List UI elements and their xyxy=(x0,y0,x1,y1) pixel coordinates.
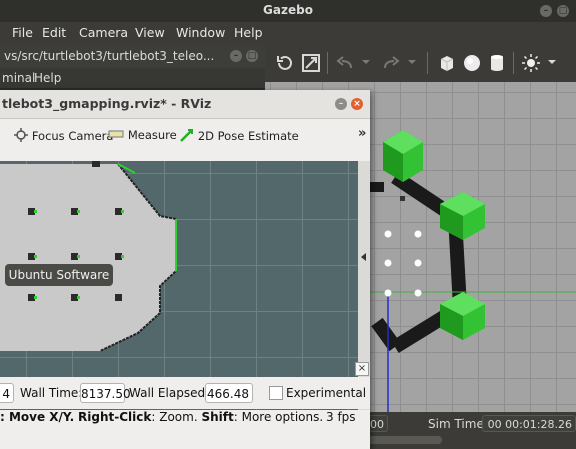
rviz-close-button[interactable]: × xyxy=(351,98,363,110)
crosshair-icon xyxy=(14,128,28,142)
terminal-title: vs/src/turtlebot3/turtlebot3_teleo... xyxy=(4,49,215,63)
sim-time-field: 00 00:01:28.26 xyxy=(482,415,576,432)
toolbar-separator xyxy=(427,52,428,74)
green-pillar[interactable] xyxy=(383,130,423,182)
undo-dropdown-icon[interactable] xyxy=(361,57,371,67)
toolbar-separator xyxy=(513,52,514,74)
rviz-window-title: tlebot3_gmapping.rviz* - RViz xyxy=(2,96,212,111)
status-zoom: : Zoom. xyxy=(151,410,198,424)
sim-time-label: Sim Time: xyxy=(428,417,488,431)
green-pillar[interactable] xyxy=(440,292,485,340)
maximize-button[interactable]: □ xyxy=(557,5,569,17)
green-pillar[interactable] xyxy=(440,192,485,240)
light-dropdown-icon[interactable] xyxy=(547,57,557,67)
wall-elapsed-label: Wall Elapsed: xyxy=(129,386,210,400)
menu-view[interactable]: View xyxy=(135,25,165,40)
measure-label: Measure xyxy=(127,128,177,142)
wall-time-field: 8137.50 xyxy=(80,383,131,403)
box-shape-icon[interactable] xyxy=(437,53,457,73)
pose-estimate-label: 2D Pose Estimate xyxy=(197,129,299,143)
terminal-maximize-button[interactable]: □ xyxy=(246,50,258,62)
status-hint-prefix: : Move X/Y. xyxy=(0,410,75,424)
status-shift: Shift xyxy=(201,410,234,424)
experimental-label: Experimental xyxy=(286,386,367,400)
gazebo-window-title: Gazebo xyxy=(263,3,313,17)
menu-help[interactable]: Help xyxy=(234,25,263,40)
rviz-minimize-button[interactable]: – xyxy=(335,98,347,110)
cylinder-shape-icon[interactable] xyxy=(487,53,507,73)
gazebo-menubar: File Edit Camera View Window Help xyxy=(0,22,576,44)
menu-edit[interactable]: Edit xyxy=(42,25,66,40)
collapse-arrow-icon[interactable] xyxy=(361,253,367,261)
fps-counter: 3 fps xyxy=(326,410,356,424)
terminal-menu-terminal[interactable]: minal xyxy=(2,71,35,85)
wall-elapsed-field: 466.48 xyxy=(205,383,253,403)
measure-tool[interactable]: Measure xyxy=(108,128,177,142)
menu-file[interactable]: File xyxy=(12,25,33,40)
sun-light-icon[interactable] xyxy=(521,53,541,73)
gazebo-time-bar: 00 Sim Time: 00 00:01:28.26 xyxy=(232,412,576,449)
redo-dropdown-icon[interactable] xyxy=(407,57,417,67)
status-hint: : Move X/Y. Right-Click: Zoom. Shift: Mo… xyxy=(0,410,323,424)
sphere-shape-icon[interactable] xyxy=(462,53,482,73)
menu-camera[interactable]: Camera xyxy=(79,25,128,40)
toolbar-separator xyxy=(327,52,328,74)
time-panel: 4 Wall Time: 8137.50 Wall Elapsed: 466.4… xyxy=(0,377,370,409)
focus-camera-label: Focus Camera xyxy=(31,129,114,143)
wall-time-label: Wall Time: xyxy=(20,386,83,400)
rviz-titlebar: tlebot3_gmapping.rviz* - RViz – × xyxy=(0,90,370,119)
time-panel-close-button[interactable]: × xyxy=(355,362,369,376)
green-arrow-icon xyxy=(180,129,193,142)
redo-icon[interactable] xyxy=(381,53,401,73)
minimize-button[interactable]: – xyxy=(540,5,552,17)
experimental-checkbox[interactable] xyxy=(269,386,283,400)
gazebo-titlebar: Gazebo – □ xyxy=(0,0,576,22)
status-more-options: : More options. xyxy=(233,410,324,424)
terminal-menubar: minal Help xyxy=(0,68,265,88)
terminal-titlebar: vs/src/turtlebot3/turtlebot3_teleo... – … xyxy=(0,44,265,68)
menu-window[interactable]: Window xyxy=(176,25,225,40)
gazebo-toolbar xyxy=(265,44,576,82)
terminal-minimize-button[interactable]: – xyxy=(230,50,242,62)
status-right-click: Right-Click xyxy=(78,410,152,424)
ruler-icon xyxy=(108,130,124,138)
rotate-mode-icon[interactable] xyxy=(275,53,295,73)
obstacle-markers xyxy=(384,230,422,297)
toolbar-overflow-button[interactable]: » xyxy=(358,126,366,141)
focus-camera-tool[interactable]: Focus Camera xyxy=(14,128,113,143)
rviz-toolbar: Focus Camera Measure 2D Pose Estimate » xyxy=(0,119,370,151)
scale-mode-icon[interactable] xyxy=(301,53,321,73)
ubuntu-software-tooltip: Ubuntu Software xyxy=(5,264,113,286)
pose-estimate-tool[interactable]: 2D Pose Estimate xyxy=(180,128,299,143)
rviz-status-bar: : Move X/Y. Right-Click: Zoom. Shift: Mo… xyxy=(0,410,370,449)
ros-time-field: 4 xyxy=(0,383,14,403)
robot-model[interactable] xyxy=(400,196,405,201)
terminal-menu-help[interactable]: Help xyxy=(34,71,61,85)
undo-icon[interactable] xyxy=(335,53,355,73)
